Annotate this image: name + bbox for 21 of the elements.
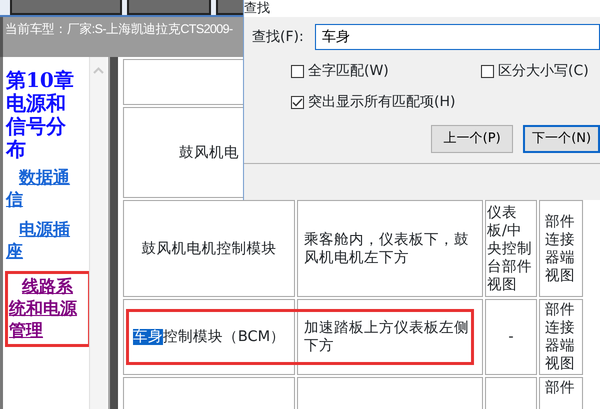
dialog-button[interactable]: 上一个(P)	[431, 125, 514, 153]
table-cell: 部件	[539, 377, 583, 409]
section-link[interactable]: 数据通信	[6, 167, 80, 211]
checkbox-option[interactable]: 全字匹配(W)	[291, 61, 481, 82]
chapter-heading: 第10章电源和信号分布	[6, 69, 74, 161]
table-cell: 乘客舱内，仪表板下，鼓风机电机左下方	[297, 200, 483, 297]
current-model-text: 当前车型：厂家:S-上海凯迪拉克CTS2009-	[5, 22, 233, 36]
dialog-title: 查找	[244, 1, 270, 16]
table-cell: 仪表板/中央控制台部件视图	[485, 200, 537, 297]
table-cell: 部件连接器端视图	[539, 299, 583, 375]
table-cell: 车身控制模块（BCM）	[123, 299, 295, 375]
table-cell: -	[485, 299, 537, 375]
dialog-button[interactable]: 下一个(N)	[523, 125, 600, 153]
checkbox-option[interactable]: 区分大小写(C)	[481, 61, 600, 82]
table-cell: 部件连接器端视图	[539, 200, 583, 297]
section-link[interactable]: 电源插座	[6, 219, 80, 263]
find-label: 查找(F):	[252, 28, 305, 46]
table-cell: 加速踏板上方仪表板左侧下方	[297, 299, 483, 375]
search-field[interactable]: 车身	[315, 24, 600, 50]
checkmark-icon	[292, 98, 303, 107]
table-cell: 鼓风机电机控制模块	[123, 200, 295, 297]
